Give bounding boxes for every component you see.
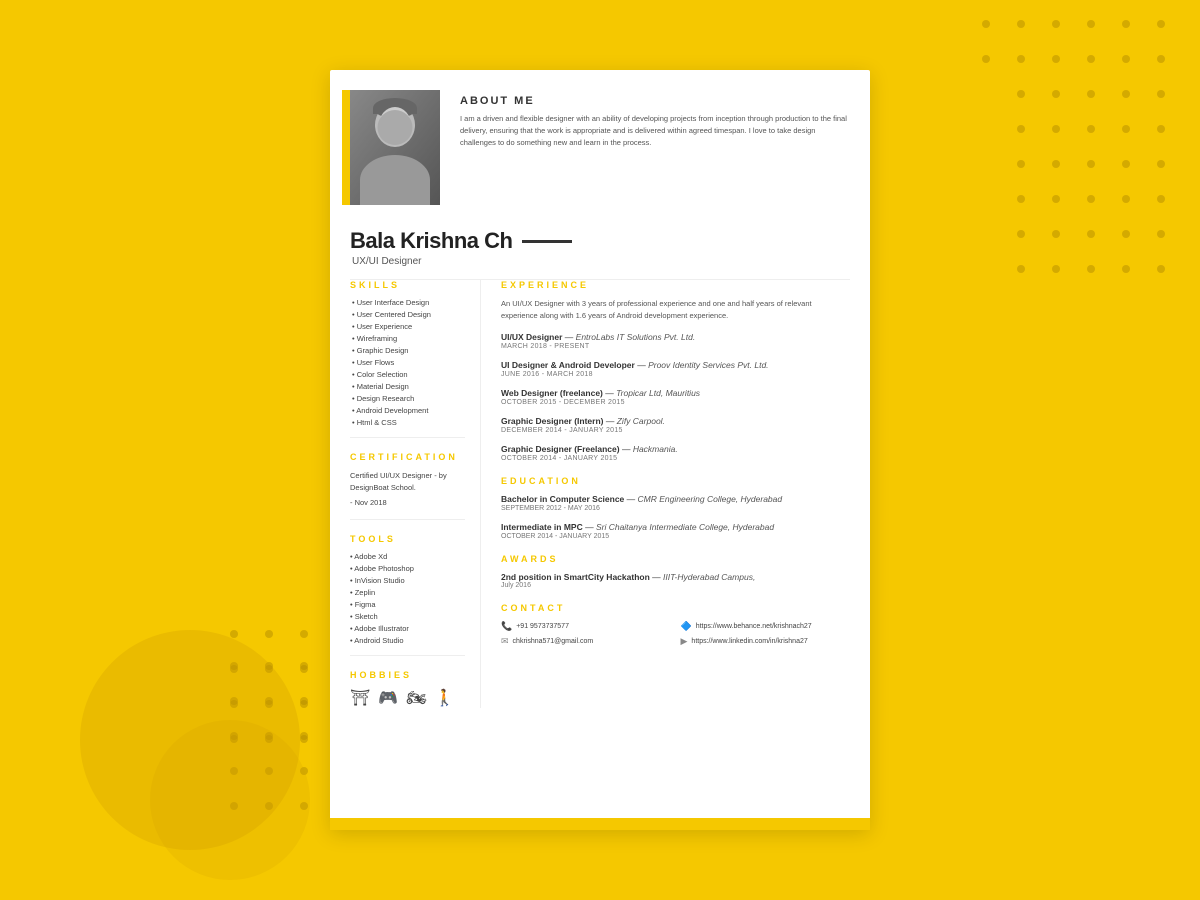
tool-item: InVision Studio [350, 576, 465, 585]
hobbies-title: HOBBIES [350, 670, 465, 680]
awards-list: 2nd position in SmartCity Hackathon — II… [501, 572, 850, 589]
full-name: Bala Krishna Ch [350, 228, 512, 254]
profile-photo [350, 90, 440, 205]
contact-item: ▶ https://www.linkedin.com/in/krishna27 [681, 636, 851, 647]
exp-role: UI Designer & Android Developer — Proov … [501, 360, 850, 370]
experience-list: UI/UX Designer — EntroLabs IT Solutions … [501, 332, 850, 462]
award-date: July 2016 [501, 582, 850, 589]
name-decoration [522, 240, 572, 243]
hobby-icon: ⛩ [350, 688, 370, 708]
contact-grid: 📞 +91 9573737577 🔷 https://www.behance.n… [501, 621, 850, 647]
tool-item: Adobe Photoshop [350, 564, 465, 573]
content-area: SKILLS User Interface Design User Centere… [330, 280, 870, 728]
tool-item: Adobe Illustrator [350, 624, 465, 633]
contact-value: +91 9573737577 [516, 623, 569, 630]
tool-item: Adobe Xd [350, 552, 465, 561]
hobby-icon: 🚶 [435, 688, 455, 708]
exp-date: October 2015 - December 2015 [501, 399, 850, 406]
hobby-icon: 🏍 [406, 688, 426, 708]
left-column: SKILLS User Interface Design User Centere… [330, 280, 480, 708]
tool-item: Figma [350, 600, 465, 609]
skill-item: Html & CSS [350, 418, 465, 427]
edu-date: October 2014 - January 2015 [501, 533, 850, 540]
contact-item: 📞 +91 9573737577 [501, 621, 671, 632]
skill-item: User Experience [350, 322, 465, 331]
edu-date: September 2012 - May 2016 [501, 505, 850, 512]
edu-degree: Intermediate in MPC — Sri Chaitanya Inte… [501, 522, 850, 532]
exp-date: October 2014 - January 2015 [501, 455, 850, 462]
contact-value: chkrishna571@gmail.com [513, 638, 594, 645]
skills-title: SKILLS [350, 280, 465, 290]
award-item: 2nd position in SmartCity Hackathon — II… [501, 572, 850, 589]
cert-text: Certified UI/UX Designer - by DesignBoat… [350, 470, 465, 494]
exp-date: March 2018 - PRESENT [501, 343, 850, 350]
awards-title: AWARDS [501, 554, 850, 564]
name-section: Bala Krishna Ch UX/UI Designer [330, 220, 870, 279]
about-title: ABOUT ME [460, 95, 850, 107]
certification-title: CERTIFICATiON [350, 452, 465, 462]
education-item: Intermediate in MPC — Sri Chaitanya Inte… [501, 522, 850, 540]
photo-wrapper [350, 90, 440, 205]
contact-value: https://www.behance.net/krishnach27 [696, 623, 812, 630]
skill-item: Design Research [350, 394, 465, 403]
skill-item: Graphic Design [350, 346, 465, 355]
designation: UX/UI Designer [350, 256, 850, 267]
tools-list: Adobe Xd Adobe Photoshop InVision Studio Ze… [350, 552, 465, 645]
exp-role: Web Designer (freelance) — Tropicar Ltd,… [501, 388, 850, 398]
experience-item: Graphic Designer (Intern) — Zify Carpool… [501, 416, 850, 434]
education-title: EDUCATION [501, 476, 850, 486]
tool-item: Sketch [350, 612, 465, 621]
header-section: ABOUT ME I am a driven and flexible desi… [330, 70, 870, 220]
right-column: EXPERIENCE An UI/UX Designer with 3 year… [480, 280, 870, 708]
experience-item: UI/UX Designer — EntroLabs IT Solutions … [501, 332, 850, 350]
about-section: ABOUT ME I am a driven and flexible desi… [460, 90, 850, 149]
experience-item: UI Designer & Android Developer — Proov … [501, 360, 850, 378]
skill-item: Material Design [350, 382, 465, 391]
cert-date: - Nov 2018 [350, 497, 465, 509]
wave-decoration-2 [150, 720, 310, 880]
tools-title: TOOLS [350, 534, 465, 544]
bottom-bar [330, 818, 870, 830]
contact-item: ✉ chkrishna571@gmail.com [501, 636, 671, 647]
skill-item: User Flows [350, 358, 465, 367]
skill-item: Wireframing [350, 334, 465, 343]
education-item: Bachelor in Computer Science — CMR Engin… [501, 494, 850, 512]
about-text: I am a driven and flexible designer with… [460, 113, 850, 149]
divider-1 [350, 437, 465, 438]
skill-item: Android Development [350, 406, 465, 415]
skills-list: User Interface Design User Centered Desig… [350, 298, 465, 427]
exp-role: Graphic Designer (Freelance) — Hackmania… [501, 444, 850, 454]
experience-item: Graphic Designer (Freelance) — Hackmania… [501, 444, 850, 462]
skill-item: Color Selection [350, 370, 465, 379]
contact-icon-linkedin: ▶ [681, 636, 688, 647]
exp-role: UI/UX Designer — EntroLabs IT Solutions … [501, 332, 850, 342]
skill-item: User Centered Design [350, 310, 465, 319]
contact-icon-email: ✉ [501, 636, 509, 647]
award-title: 2nd position in SmartCity Hackathon — II… [501, 572, 850, 582]
hobby-icon: 🎮 [378, 688, 398, 708]
skill-item: User Interface Design [350, 298, 465, 307]
exp-date: December 2014 - January 2015 [501, 427, 850, 434]
edu-degree: Bachelor in Computer Science — CMR Engin… [501, 494, 850, 504]
contact-icon-phone: 📞 [501, 621, 512, 632]
contact-icon-behance: 🔷 [681, 621, 692, 632]
exp-date: June 2016 - March 2018 [501, 371, 850, 378]
contact-item: 🔷 https://www.behance.net/krishnach27 [681, 621, 851, 632]
hobbies-icons: ⛩ 🎮 🏍 🚶 [350, 688, 465, 708]
experience-title: EXPERIENCE [501, 280, 850, 290]
contact-value: https://www.linkedin.com/in/krishna27 [691, 638, 807, 645]
divider-2 [350, 519, 465, 520]
resume-card: ABOUT ME I am a driven and flexible desi… [330, 70, 870, 830]
contact-title: CONTACT [501, 603, 850, 613]
tool-item: Zeplin [350, 588, 465, 597]
experience-intro: An UI/UX Designer with 3 years of profes… [501, 298, 850, 322]
exp-role: Graphic Designer (Intern) — Zify Carpool… [501, 416, 850, 426]
experience-item: Web Designer (freelance) — Tropicar Ltd,… [501, 388, 850, 406]
tool-item: Android Studio [350, 636, 465, 645]
divider-3 [350, 655, 465, 656]
education-list: Bachelor in Computer Science — CMR Engin… [501, 494, 850, 540]
